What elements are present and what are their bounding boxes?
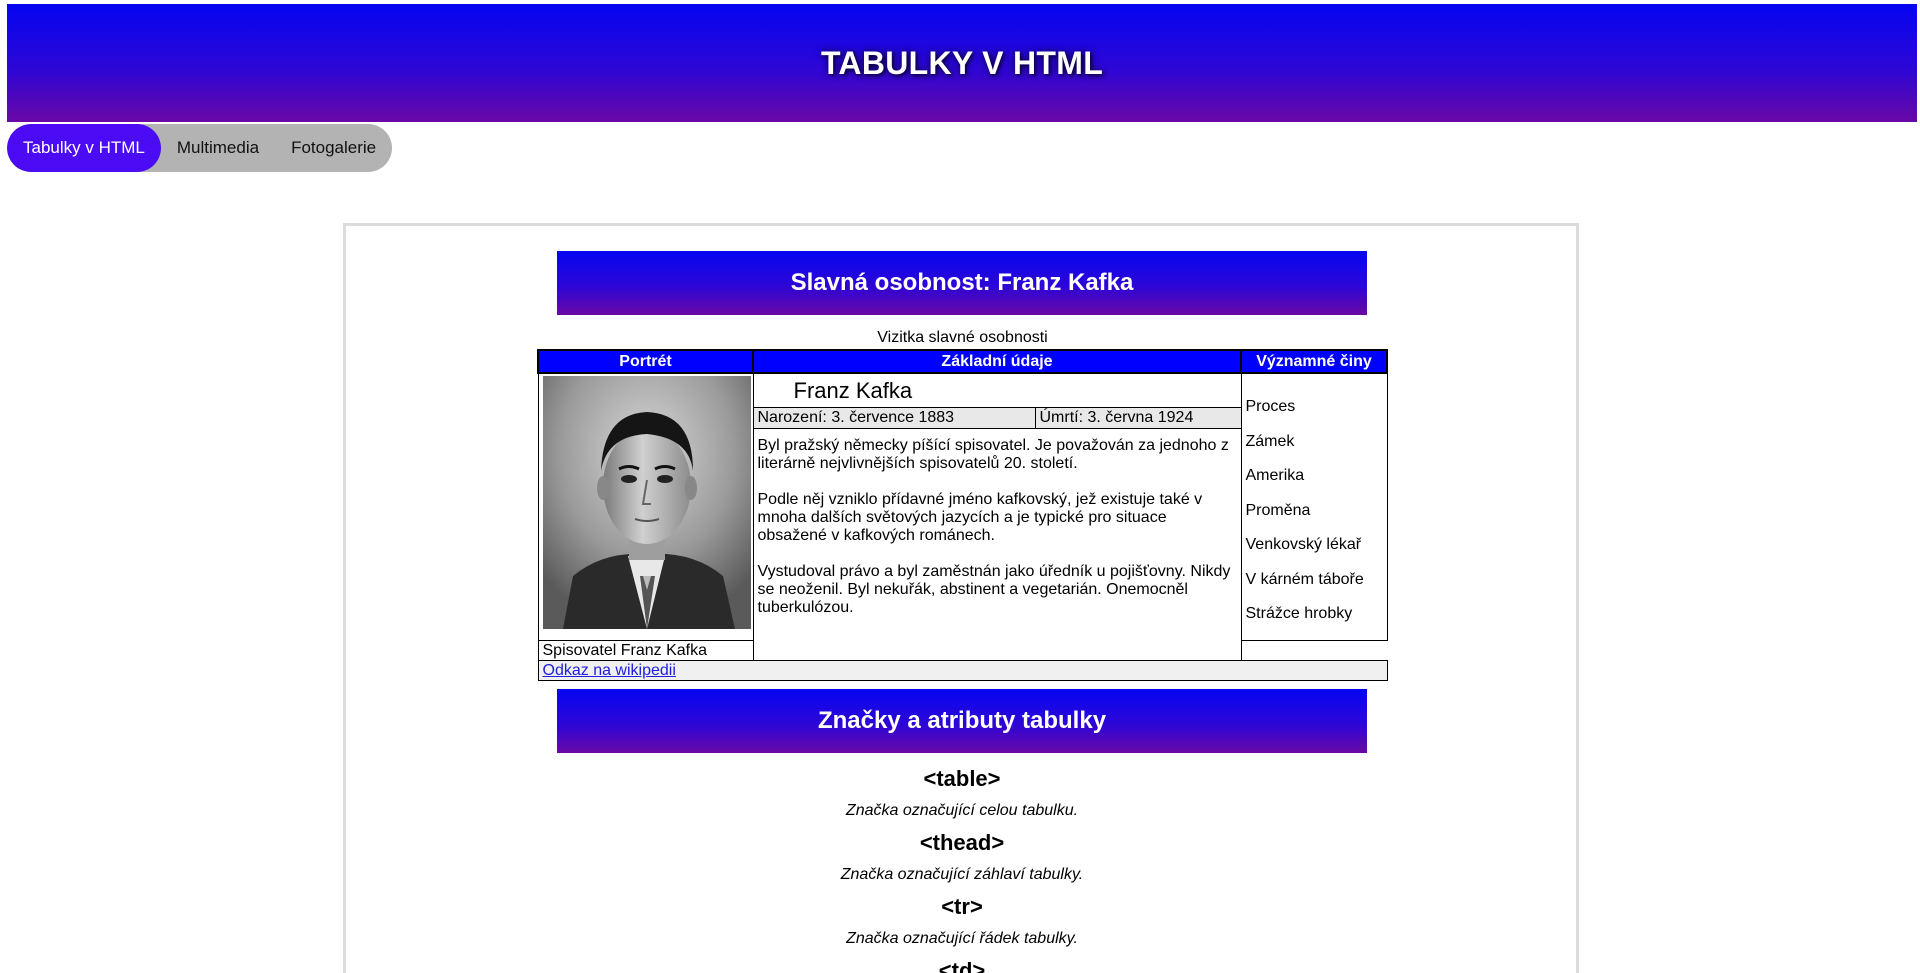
tag-name: <tr> <box>941 894 983 919</box>
tag-description: Značka označující celou tabulku. <box>845 802 1079 819</box>
bio-paragraph: Vystudoval právo a byl zaměstnán jako úř… <box>757 563 1231 616</box>
bio-paragraph: Podle něj vzniklo přídavné jméno kafkovs… <box>757 491 1203 544</box>
table-caption: Vizitka slavné osobnosti <box>877 329 1048 346</box>
wikipedia-link[interactable]: Odkaz na wikipedii <box>543 662 676 679</box>
main-nav: Tabulky v HTML Multimedia Fotogalerie <box>7 124 393 172</box>
site-header: TABULKY V HTML <box>7 4 1917 122</box>
tag-description: Značka označující záhlaví tabulky. <box>840 866 1084 883</box>
personality-table: Portrét Základní údaje Významné činy Fra… <box>537 349 1388 681</box>
work-item: Proměna <box>1245 501 1311 519</box>
tag-name: <table> <box>923 766 1001 791</box>
person-name: Franz Kafka <box>752 372 1242 408</box>
header-basic-info: Základní údaje <box>752 349 1242 374</box>
kafka-portrait-image <box>542 376 751 629</box>
wikipedia-link-cell: Odkaz na wikipedii <box>537 659 1388 681</box>
work-item: Amerika <box>1245 467 1305 484</box>
bio-paragraph: Byl pražský německy píšící spisovatel. J… <box>757 437 1229 472</box>
work-item: Strážce hrobky <box>1245 605 1353 622</box>
work-item: Proces <box>1245 398 1296 415</box>
site-title: TABULKY V HTML <box>820 44 1104 81</box>
section-title-tags: Značky a atributy tabulky <box>557 689 1367 753</box>
nav-item-tables[interactable]: Tabulky v HTML <box>7 124 161 172</box>
work-item: Zámek <box>1245 432 1295 450</box>
section-title-personality: Slavná osobnost: Franz Kafka <box>557 251 1367 315</box>
work-item: V kárném táboře <box>1245 570 1364 588</box>
header-works: Významné činy <box>1240 349 1388 374</box>
works-list: Proces Zámek Amerika Proměna Venkovský l… <box>1240 372 1388 641</box>
biography: Byl pražský německy píšící spisovatel. J… <box>752 428 1242 661</box>
tag-name: <thead> <box>919 830 1005 855</box>
work-item: Venkovský lékař <box>1245 536 1362 553</box>
tag-description: Značka označující řádek tabulky. <box>846 930 1078 947</box>
nav-item-multimedia[interactable]: Multimedia <box>161 124 275 172</box>
death-date: Úmrtí: 3. června 1924 <box>1034 407 1242 429</box>
tag-name: <td> <box>938 958 986 973</box>
tag-list: <table> Značka označující celou tabulku.… <box>557 766 1367 973</box>
page: TABULKY V HTML Tabulky v HTML Multimedia… <box>0 0 1920 973</box>
header-portrait: Portrét <box>537 349 754 374</box>
birth-date: Narození: 3. července 1883 <box>752 407 1036 429</box>
portrait-cell <box>537 372 754 641</box>
nav-item-gallery[interactable]: Fotogalerie <box>275 124 392 172</box>
portrait-caption: Spisovatel Franz Kafka <box>537 639 754 661</box>
